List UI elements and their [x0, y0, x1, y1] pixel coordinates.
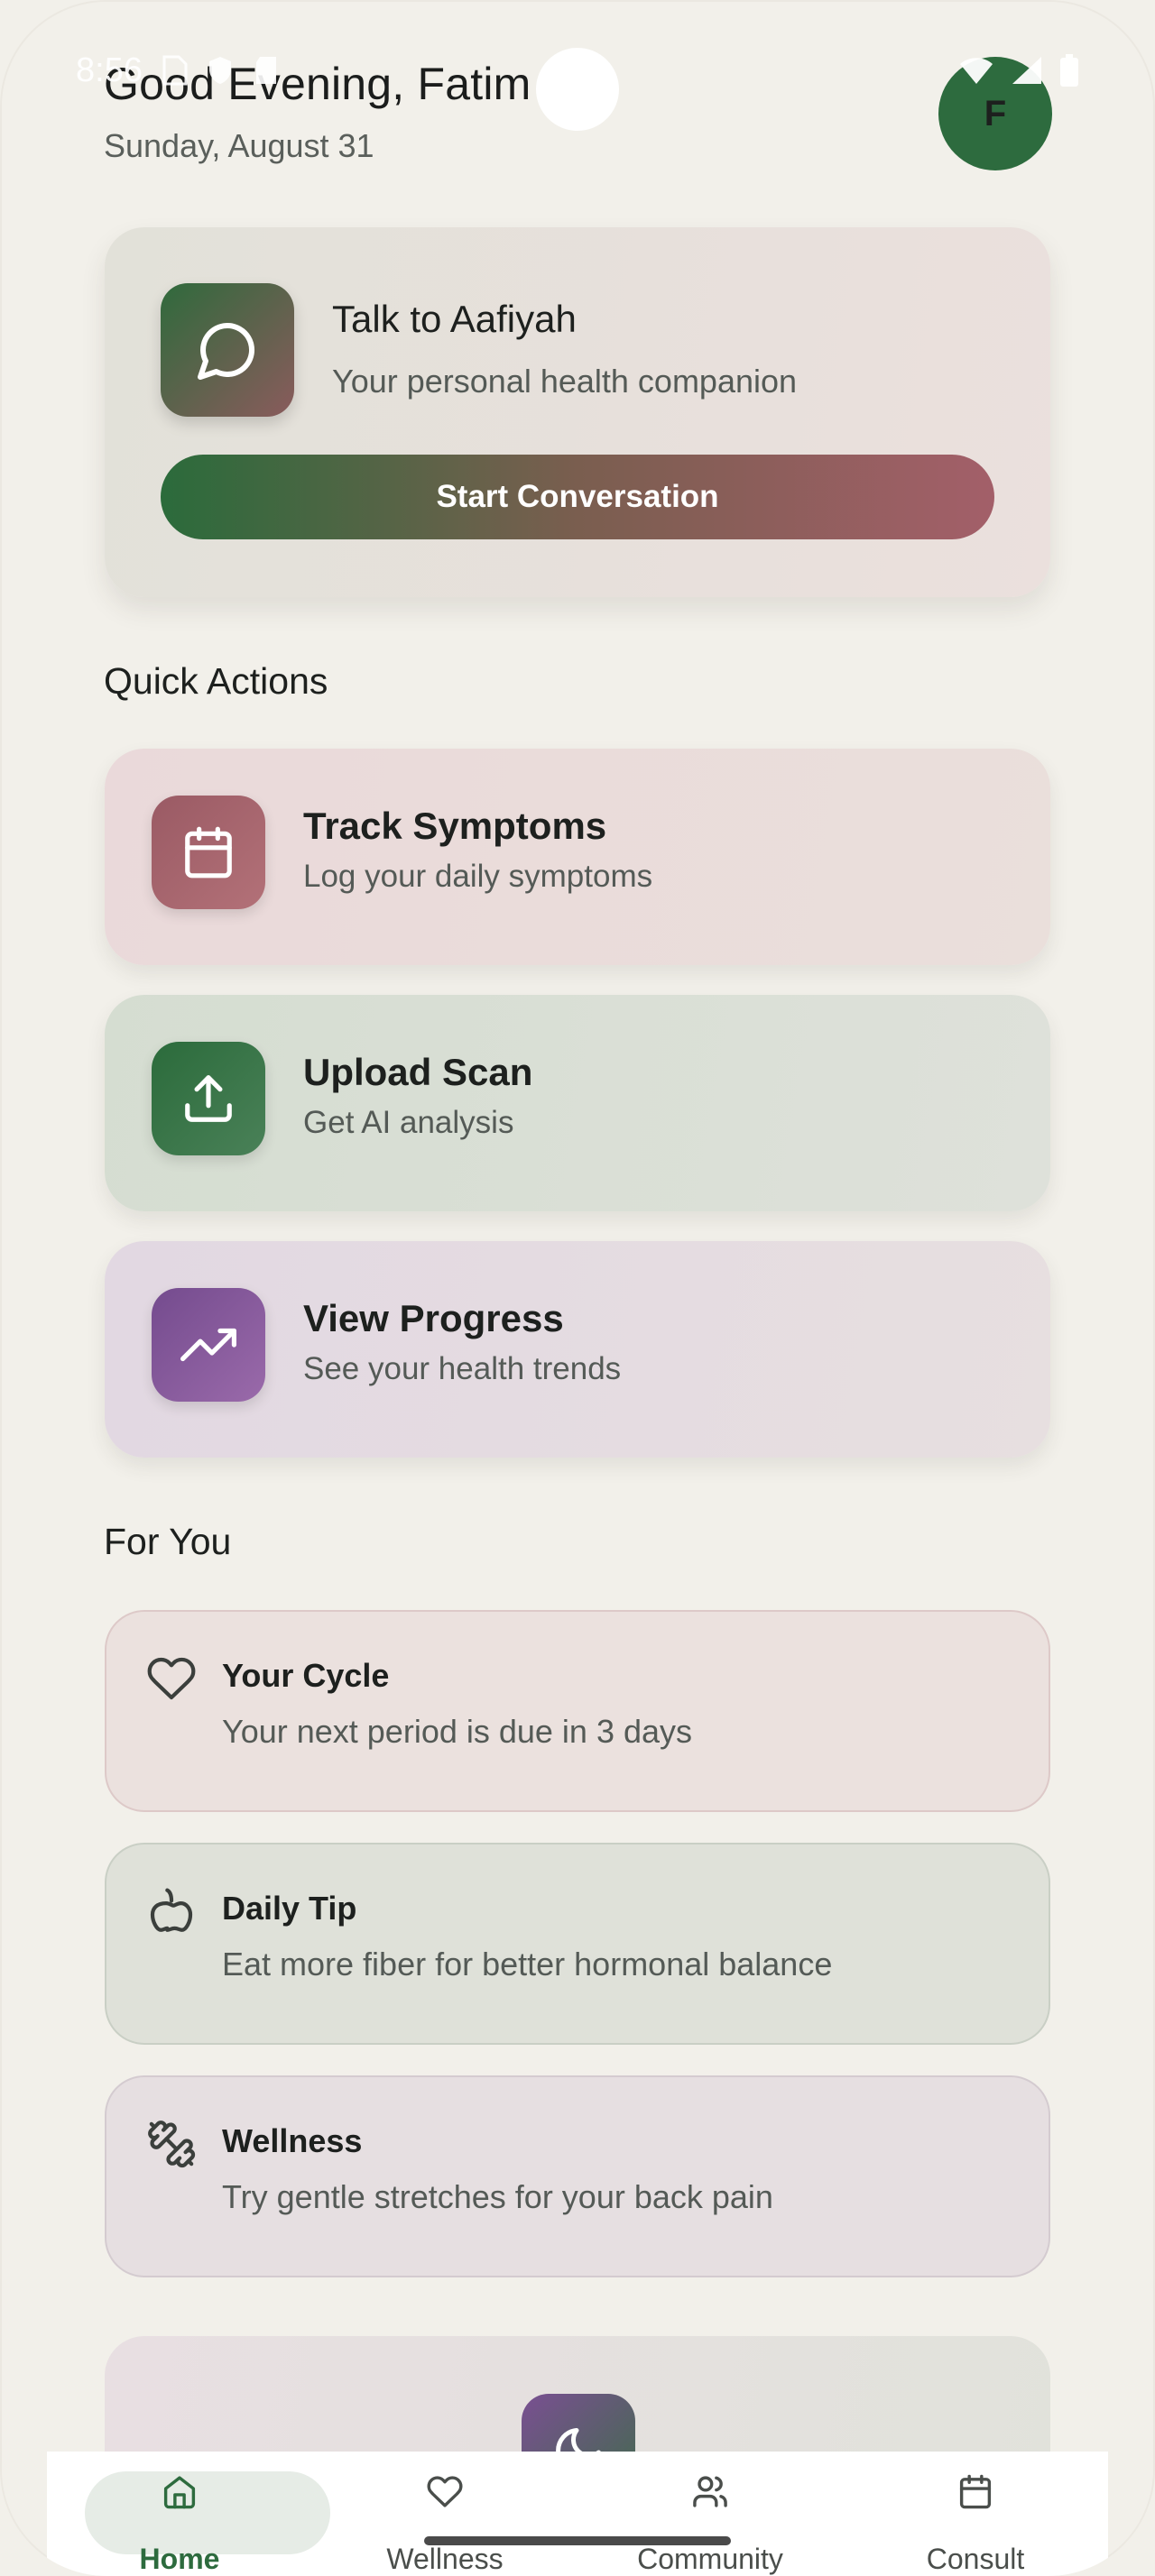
- daily-tip-card[interactable]: Daily Tip Eat more fiber for better horm…: [105, 1843, 1050, 2045]
- avatar-initial: F: [984, 93, 1007, 133]
- track-symptoms-icon-box: [152, 796, 265, 909]
- phone-screen: 8:56 Good Evening, Fatim Sunday, August …: [0, 0, 1155, 2576]
- your-cycle-subtitle: Your next period is due in 3 days: [222, 1713, 693, 1750]
- dumbbell-icon: [148, 2121, 196, 2168]
- trending-up-icon: [180, 1328, 236, 1362]
- view-progress-subtitle: See your health trends: [303, 1351, 622, 1386]
- sd-card-icon: [255, 57, 276, 84]
- your-cycle-title: Your Cycle: [222, 1657, 390, 1694]
- status-left: 8:56: [76, 51, 280, 90]
- status-right: [958, 54, 1079, 87]
- nav-wellness-label: Wellness: [386, 2543, 504, 2575]
- wellness-title: Wellness: [222, 2122, 363, 2159]
- status-time: 8:56: [76, 51, 143, 89]
- wellness-subtitle: Try gentle stretches for your back pain: [222, 2178, 773, 2215]
- quick-actions-heading: Quick Actions: [104, 660, 328, 702]
- gesture-home-indicator[interactable]: [424, 2536, 731, 2545]
- calendar-icon: [959, 2474, 992, 2509]
- view-progress-card[interactable]: View Progress See your health trends: [105, 1241, 1050, 1458]
- upload-scan-icon-box: [152, 1042, 265, 1155]
- daily-tip-subtitle: Eat more fiber for better hormonal balan…: [222, 1946, 833, 1983]
- view-progress-icon-box: [152, 1288, 265, 1402]
- nav-community-label: Community: [637, 2543, 783, 2575]
- for-you-heading: For You: [104, 1521, 232, 1562]
- upload-scan-card[interactable]: Upload Scan Get AI analysis: [105, 995, 1050, 1211]
- shield-icon: [208, 57, 231, 84]
- assistant-title: Talk to Aafiyah: [332, 298, 577, 340]
- bottom-navigation: Home Wellness Community Consult: [47, 2452, 1108, 2576]
- assistant-subtitle: Your personal health companion: [332, 363, 798, 400]
- calendar-icon: [185, 826, 232, 879]
- upload-scan-subtitle: Get AI analysis: [303, 1105, 514, 1140]
- start-conversation-button[interactable]: Start Conversation: [161, 455, 994, 539]
- wifi-icon: [960, 58, 993, 84]
- users-icon: [693, 2476, 727, 2507]
- track-symptoms-subtitle: Log your daily symptoms: [303, 859, 653, 894]
- date-label: Sunday, August 31: [104, 127, 374, 164]
- battery-icon: [1060, 54, 1078, 87]
- home-icon: [163, 2476, 196, 2509]
- nav-community[interactable]: Community: [578, 2452, 843, 2576]
- upload-icon: [185, 1075, 232, 1122]
- nav-wellness[interactable]: Wellness: [312, 2452, 578, 2576]
- your-cycle-card[interactable]: Your Cycle Your next period is due in 3 …: [105, 1610, 1050, 1812]
- nav-home-label: Home: [139, 2543, 220, 2575]
- track-symptoms-card[interactable]: Track Symptoms Log your daily symptoms: [105, 749, 1050, 965]
- apple-icon: [150, 1888, 193, 1932]
- sim-icon: [162, 55, 188, 86]
- signal-icon: [1012, 57, 1041, 84]
- nav-consult[interactable]: Consult: [843, 2452, 1108, 2576]
- nav-home[interactable]: Home: [47, 2452, 330, 2576]
- daily-tip-title: Daily Tip: [222, 1890, 357, 1927]
- upload-scan-title: Upload Scan: [303, 1051, 533, 1093]
- assistant-card[interactable]: Talk to Aafiyah Your personal health com…: [105, 227, 1050, 597]
- nav-consult-label: Consult: [926, 2543, 1025, 2575]
- chat-bubble-icon: [198, 322, 255, 380]
- wellness-card[interactable]: Wellness Try gentle stretches for your b…: [105, 2075, 1050, 2277]
- assistant-icon-box: [161, 283, 294, 417]
- view-progress-title: View Progress: [303, 1297, 564, 1339]
- camera-cutout: [536, 48, 619, 131]
- track-symptoms-title: Track Symptoms: [303, 805, 607, 847]
- heart-icon: [147, 1657, 196, 1700]
- heart-icon: [427, 2476, 463, 2507]
